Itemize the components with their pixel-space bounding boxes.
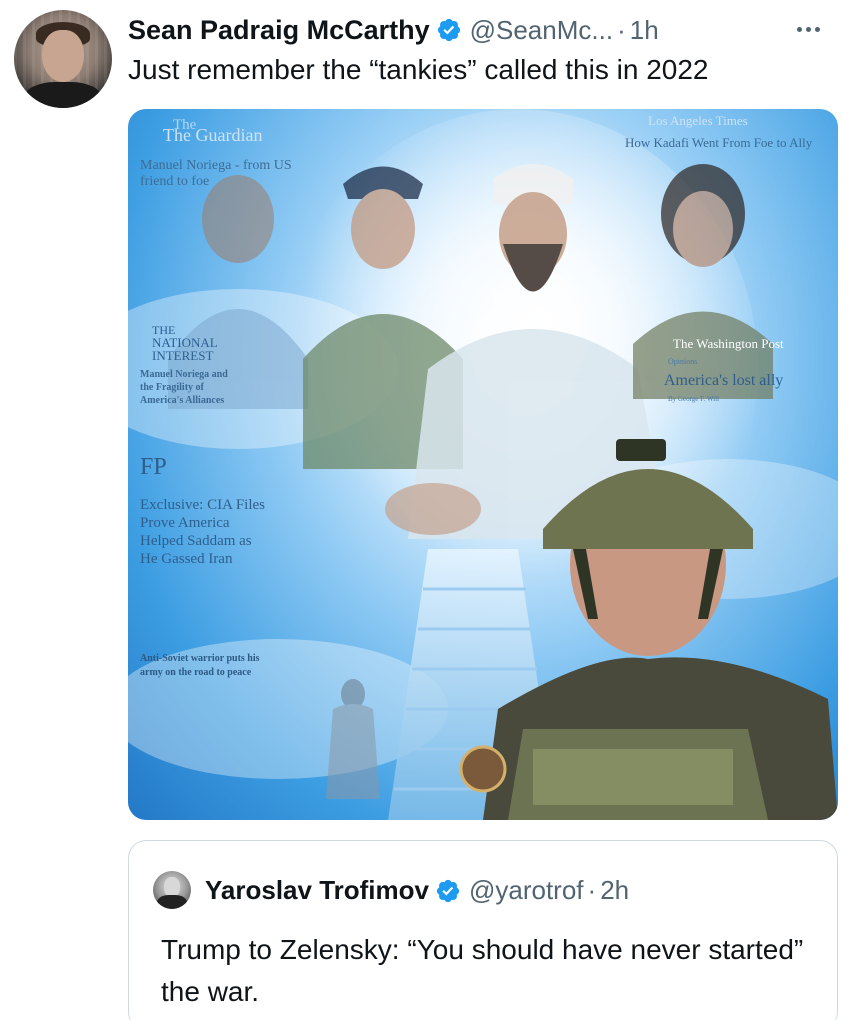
author-name[interactable]: Sean Padraig McCarthy [128,15,430,46]
fp-headline-2: Prove America [140,515,230,531]
quoted-author-avatar[interactable] [153,871,191,909]
avatar-face [42,30,84,82]
avatar-shirt [157,895,187,909]
tweet-text: Just remember the “tankies” called this … [128,54,709,85]
quoted-tweet-text: Trump to Zelensky: “You should have neve… [161,934,804,1007]
author-handle[interactable]: @SeanMc... [470,15,613,46]
tweet-timestamp[interactable]: 1h [630,15,659,46]
guardian-masthead: The Guardian [163,125,262,145]
author-avatar[interactable] [14,10,112,108]
ni-headline-2: the Fragility of [140,382,205,393]
old-headline-2: army on the road to peace [140,667,252,678]
fp-headline-3: Helped Saddam as [140,533,252,549]
ni-headline-3: America's Alliances [140,395,224,406]
wapo-section: Opinions [668,357,697,366]
ni-headline-1: Manuel Noriega and [140,369,228,380]
separator-dot: · [587,875,597,905]
wapo-masthead: The Washington Post [673,336,784,351]
separator-dot: · [617,14,626,45]
fp-masthead: FP [140,454,167,480]
more-options-icon[interactable] [788,14,828,44]
tweet-header: Sean Padraig McCarthy @SeanMc... · 1h [128,14,659,46]
quoted-tweet-timestamp[interactable]: 2h [600,875,629,906]
guardian-headline-1: Manuel Noriega - from US [140,158,292,173]
tweet-media-image[interactable]: The The Guardian Manuel Noriega - from U… [128,109,838,820]
media-collage: The The Guardian Manuel Noriega - from U… [128,109,838,820]
lat-masthead: Los Angeles Times [648,113,748,128]
verified-badge-icon [437,18,460,42]
fp-headline-4: He Gassed Iran [140,551,233,567]
ni-masthead-3: INTEREST [152,348,213,363]
quoted-tweet-header: Yaroslav Trofimov @yarotrof · 2h [205,875,629,906]
old-headline-1: Anti-Soviet warrior puts his [140,653,260,664]
quoted-author-name[interactable]: Yaroslav Trofimov [205,875,429,906]
avatar-face [164,877,180,897]
guardian-headline-2: friend to foe [140,174,209,189]
wapo-headline: America's lost ally [664,372,783,389]
verified-badge-icon [436,879,460,902]
fp-headline-1: Exclusive: CIA Files [140,497,265,513]
wapo-byline: By George F. Will [668,395,719,403]
quoted-author-handle[interactable]: @yarotrof [469,875,584,906]
lat-headline: How Kadafi Went From Foe to Ally [625,135,813,150]
quoted-tweet[interactable]: Yaroslav Trofimov @yarotrof · 2h Trump t… [128,840,838,1020]
avatar-shirt [24,82,102,108]
